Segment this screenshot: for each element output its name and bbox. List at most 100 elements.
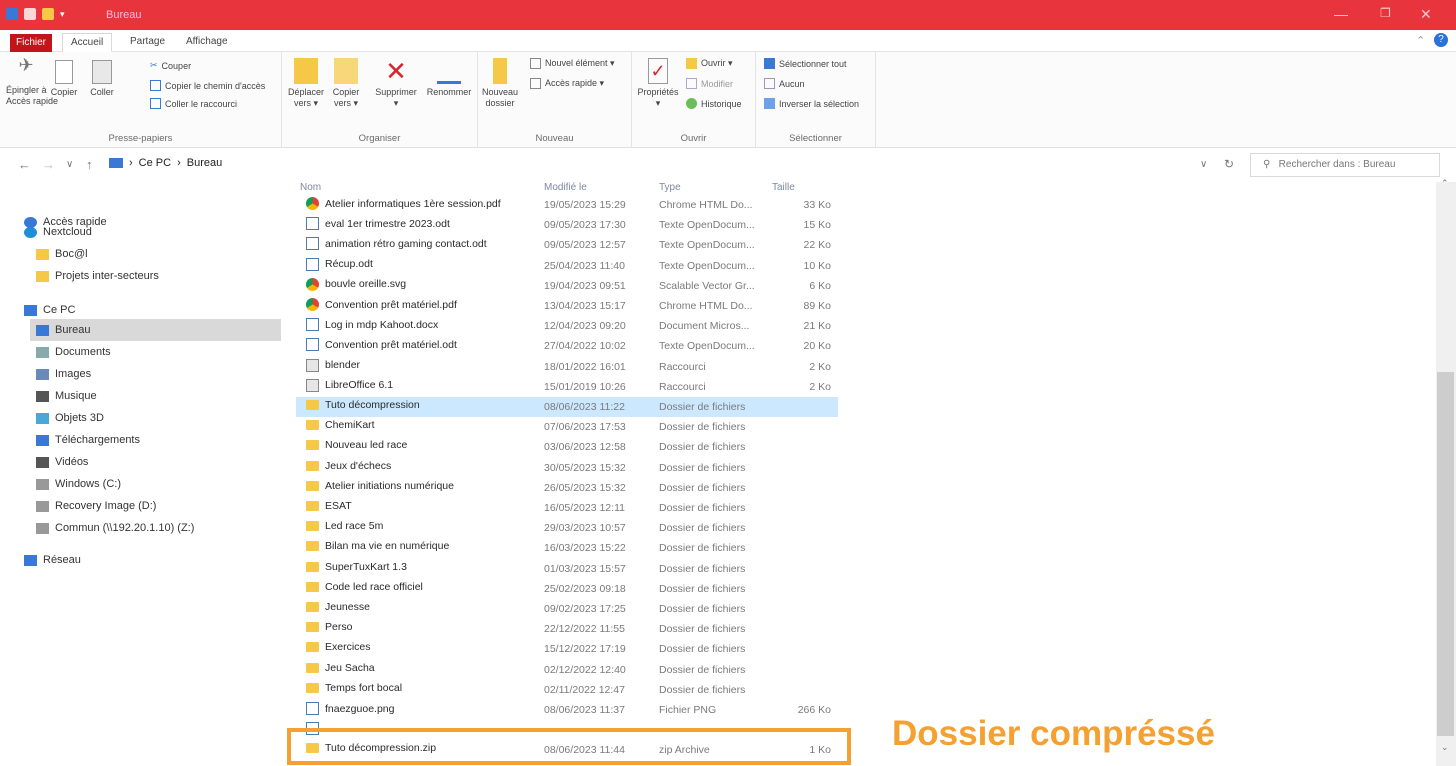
file-row[interactable]: Convention prêt matériel.odt 27/04/2022 1… [296,336,838,356]
select-none-button[interactable]: Aucun [764,78,805,89]
cut-button[interactable]: ✂ Couper [150,60,191,71]
open-button[interactable]: Ouvrir ▾ [686,58,733,69]
scroll-down-icon[interactable]: ⌄ [1441,742,1449,753]
maximize-button[interactable]: ❐ [1380,6,1391,20]
up-arrow-icon[interactable]: ↑ [86,157,93,172]
new-item-button[interactable]: Nouvel élément ▾ [530,58,615,69]
sidebar-item[interactable]: Réseau [18,549,281,571]
breadcrumb[interactable]: › Ce PC › Bureau [109,157,222,169]
file-name: Tuto décompression [325,399,420,411]
sidebar-item[interactable]: Projets inter-secteurs [30,265,281,287]
sidebar-item[interactable]: Windows (C:) [30,473,281,495]
sidebar-item[interactable]: Musique [30,385,281,407]
delete-icon: ✕ [385,56,407,86]
breadcrumb-bureau[interactable]: Bureau [187,157,222,169]
file-row[interactable]: Récup.odt 25/04/2023 11:40 Texte OpenDocum… [296,256,838,276]
close-button[interactable]: ✕ [1420,6,1432,23]
copy-path-icon [150,80,161,91]
file-name: Temps fort bocal [325,681,403,694]
file-row[interactable]: Jeux d'échecs 30/05/2023 15:32 Dossier de … [296,458,838,478]
sidebar-item[interactable]: Vidéos [30,451,281,473]
rename-button[interactable]: Renommer [424,58,474,98]
file-row[interactable]: Jeu Sacha 02/12/2022 12:40 Dossier de fich… [296,660,838,680]
copy-button[interactable]: Copier [46,60,82,98]
sidebar-item[interactable]: Commun (\\192.20.1.10) (Z:) [30,517,281,539]
file-row[interactable]: eval 1er trimestre 2023.odt 09/05/2023 17… [296,215,838,235]
sidebar-item[interactable]: Ce PC [18,299,281,321]
file-row[interactable]: Atelier initiations numérique 26/05/2023 … [296,478,838,498]
file-row[interactable]: Convention prêt matériel.pdf 13/04/2023 1… [296,296,838,316]
history-button[interactable]: Historique [686,98,742,109]
file-row[interactable]: blender 18/01/2022 16:01 Raccourci 2 Ko [296,357,838,377]
column-header-size[interactable]: Taille [772,182,795,193]
sidebar-item[interactable]: Boc@l [30,243,281,265]
file-row[interactable]: ESAT 16/05/2023 12:11 Dossier de fichiers [296,498,838,518]
scroll-up-icon[interactable]: ⌃ [1441,178,1449,189]
easy-access-button[interactable]: Accès rapide ▾ [530,78,604,89]
properties-icon[interactable] [24,8,36,20]
search-input[interactable]: ⚲ Rechercher dans : Bureau [1250,153,1440,177]
breadcrumb-ce-pc[interactable]: Ce PC [139,157,171,169]
scissors-icon: ✂ [150,60,158,70]
file-date: 30/05/2023 15:32 [544,461,626,474]
copy-to-button[interactable]: Copier vers ▾ [328,58,364,109]
delete-button[interactable]: ✕ Supprimer ▾ [370,58,422,109]
file-row[interactable]: Jeunesse 09/02/2023 17:25 Dossier de fichi… [296,599,838,619]
file-row[interactable]: ChemiKart 07/06/2023 17:53 Dossier de fich… [296,417,838,437]
file-row[interactable]: Bilan ma vie en numérique 16/03/2023 15:2… [296,538,838,558]
file-row[interactable]: bouvle oreille.svg 19/04/2023 09:51 Scalab… [296,276,838,296]
address-dropdown-icon[interactable]: ∨ [1200,159,1207,170]
file-row[interactable]: fnaezguoe.png 08/06/2023 11:37 Fichier PNG… [296,700,838,720]
folder-icon [36,270,49,282]
collapse-ribbon-icon[interactable]: ⌃ [1416,34,1425,47]
refresh-icon[interactable]: ↻ [1224,157,1234,171]
file-row[interactable]: animation rétro gaming contact.odt 09/05/… [296,235,838,255]
back-arrow-icon[interactable]: ← [18,157,31,172]
file-row[interactable]: SuperTuxKart 1.3 01/03/2023 15:57 Dossier … [296,559,838,579]
help-icon[interactable]: ? [1434,33,1448,47]
file-row[interactable]: Exercices 15/12/2022 17:19 Dossier de fich… [296,639,838,659]
properties-button[interactable]: ✓ Propriétés ▾ [636,58,680,109]
tab-accueil[interactable]: Accueil [62,33,113,52]
file-size: 22 Ko [803,239,831,252]
move-to-button[interactable]: Déplacer vers ▾ [288,58,324,109]
file-row[interactable]: Log in mdp Kahoot.docx 12/04/2023 09:20 Do… [296,316,838,336]
pin-quick-access-button[interactable]: ✈ Épingler à Accès rapide [6,56,58,107]
file-row[interactable]: Nouveau led race 03/06/2023 12:58 Dossier … [296,437,838,457]
sidebar-item[interactable]: Documents [30,341,281,363]
file-row[interactable]: Tuto décompression 08/06/2023 11:22 Dossie… [296,397,838,417]
minimize-button[interactable]: — [1334,6,1348,22]
column-header-type[interactable]: Type [659,182,681,193]
invert-selection-button[interactable]: Inverser la sélection [764,98,859,109]
edit-button[interactable]: Modifier [686,78,733,89]
recent-locations-icon[interactable]: ∨ [66,159,73,170]
select-all-button[interactable]: Sélectionner tout [764,58,847,69]
file-row[interactable]: Temps fort bocal 02/11/2022 12:47 Dossier … [296,680,838,700]
sidebar-item[interactable]: Bureau [30,319,281,341]
file-row[interactable]: Code led race officiel 25/02/2023 09:18 Do… [296,579,838,599]
forward-arrow-icon[interactable]: → [42,157,55,172]
file-row[interactable]: Perso 22/12/2022 11:55 Dossier de fichiers [296,619,838,639]
copy-path-button[interactable]: Copier le chemin d'accès [150,80,265,91]
new-folder-icon[interactable] [42,8,54,20]
tab-affichage[interactable]: Affichage [178,33,236,52]
sidebar-item[interactable]: Images [30,363,281,385]
file-row[interactable]: Led race 5m 29/03/2023 10:57 Dossier de fi… [296,518,838,538]
column-header-name[interactable]: Nom [300,182,321,193]
file-row[interactable]: Atelier informatiques 1ère session.pdf 19… [296,195,838,215]
paste-shortcut-button[interactable]: Coller le raccourci [150,98,237,109]
tab-fichier[interactable]: Fichier [10,34,53,53]
column-header-modified[interactable]: Modifié le [544,182,587,193]
file-row[interactable]: LibreOffice 6.1 15/01/2019 10:26 Raccourci… [296,377,838,397]
new-folder-button[interactable]: Nouveau dossier [482,58,518,109]
sidebar-item[interactable]: Nextcloud [18,221,281,243]
sidebar-item[interactable]: Téléchargements [30,429,281,451]
file-name: Jeu Sacha [325,661,375,674]
paste-button[interactable]: Coller [84,60,120,98]
tab-partage[interactable]: Partage [122,33,173,52]
chevron-right-icon: › [129,157,133,169]
sidebar-item[interactable]: Objets 3D [30,407,281,429]
chevron-down-icon[interactable]: ▾ [60,9,65,20]
sidebar-item[interactable]: Recovery Image (D:) [30,495,281,517]
scrollbar-thumb[interactable] [1437,372,1454,736]
